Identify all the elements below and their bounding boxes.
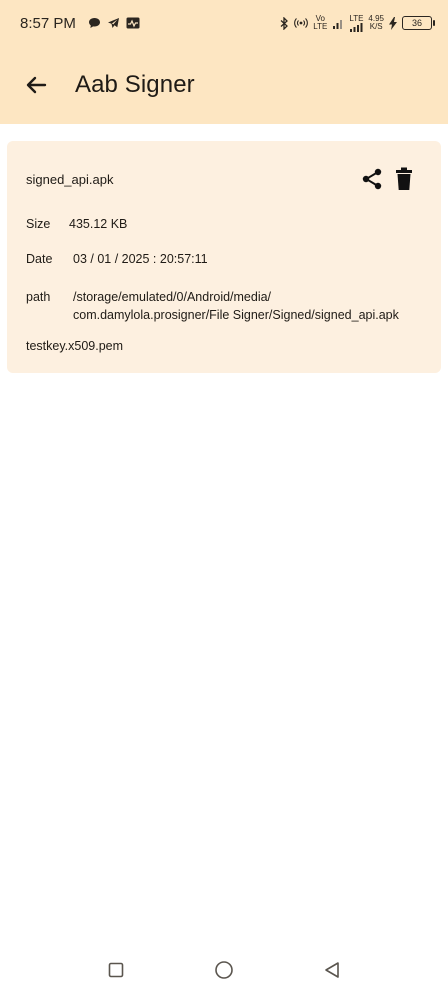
size-row: Size 435.12 KB xyxy=(26,217,127,231)
lte-label: LTE xyxy=(349,13,364,23)
delete-button[interactable] xyxy=(392,166,416,192)
status-bar: 8:57 PM Vo LTE LTE 4.95 K/S 36 xyxy=(0,0,448,46)
page-title: Aab Signer xyxy=(75,71,195,98)
file-name: signed_api.apk xyxy=(26,172,114,187)
share-button[interactable] xyxy=(360,166,384,192)
date-label: Date xyxy=(26,252,53,266)
signal-icon xyxy=(333,20,343,29)
notification-icons xyxy=(88,17,140,29)
arrow-back-icon xyxy=(26,76,47,94)
battery-indicator: 36 xyxy=(402,16,435,30)
status-bar-right: Vo LTE LTE 4.95 K/S 36 xyxy=(280,13,435,32)
status-bar-left: 8:57 PM xyxy=(20,15,140,32)
back-triangle-icon xyxy=(325,962,339,978)
system-nav-bar xyxy=(0,948,448,992)
nav-back-button[interactable] xyxy=(321,959,343,981)
network-speed: 4.95 K/S xyxy=(368,15,384,31)
home-button[interactable] xyxy=(213,959,235,981)
key-file-name: testkey.x509.pem xyxy=(26,339,124,353)
telegram-icon xyxy=(107,18,119,28)
date-row: Date 03 / 01 / 2025 : 20:57:11 xyxy=(26,252,208,266)
volte-icon: Vo LTE xyxy=(313,15,327,31)
card-actions xyxy=(360,166,416,192)
size-value: 435.12 KB xyxy=(69,217,128,231)
lte-signal-bars-icon xyxy=(350,22,363,32)
activity-icon xyxy=(126,17,140,29)
path-value: /storage/emulated/0/Android/media/ com.d… xyxy=(73,290,399,322)
path-label: path xyxy=(26,290,51,304)
size-label: Size xyxy=(26,217,51,231)
app-bar: Aab Signer xyxy=(0,46,448,124)
date-value: 03 / 01 / 2025 : 20:57:11 xyxy=(73,252,208,266)
bluetooth-icon xyxy=(280,16,289,30)
chat-bubble-icon xyxy=(88,18,100,28)
charging-icon xyxy=(389,16,397,30)
hotspot-icon xyxy=(294,18,309,28)
home-circle-icon xyxy=(215,961,233,979)
trash-icon xyxy=(396,167,412,190)
back-button[interactable] xyxy=(22,71,50,99)
status-time: 8:57 PM xyxy=(20,14,76,32)
recents-square-icon xyxy=(108,962,124,978)
speed-unit: K/S xyxy=(369,22,383,31)
volte-bottom: LTE xyxy=(313,22,328,31)
share-icon xyxy=(362,168,382,190)
recents-button[interactable] xyxy=(105,959,127,981)
signed-file-card[interactable]: signed_api.apk Size 435.12 KB Date 03 / … xyxy=(7,141,441,373)
path-row: path /storage/emulated/0/Android/media/ … xyxy=(26,288,418,324)
lte-signal-icon: LTE xyxy=(349,13,364,32)
